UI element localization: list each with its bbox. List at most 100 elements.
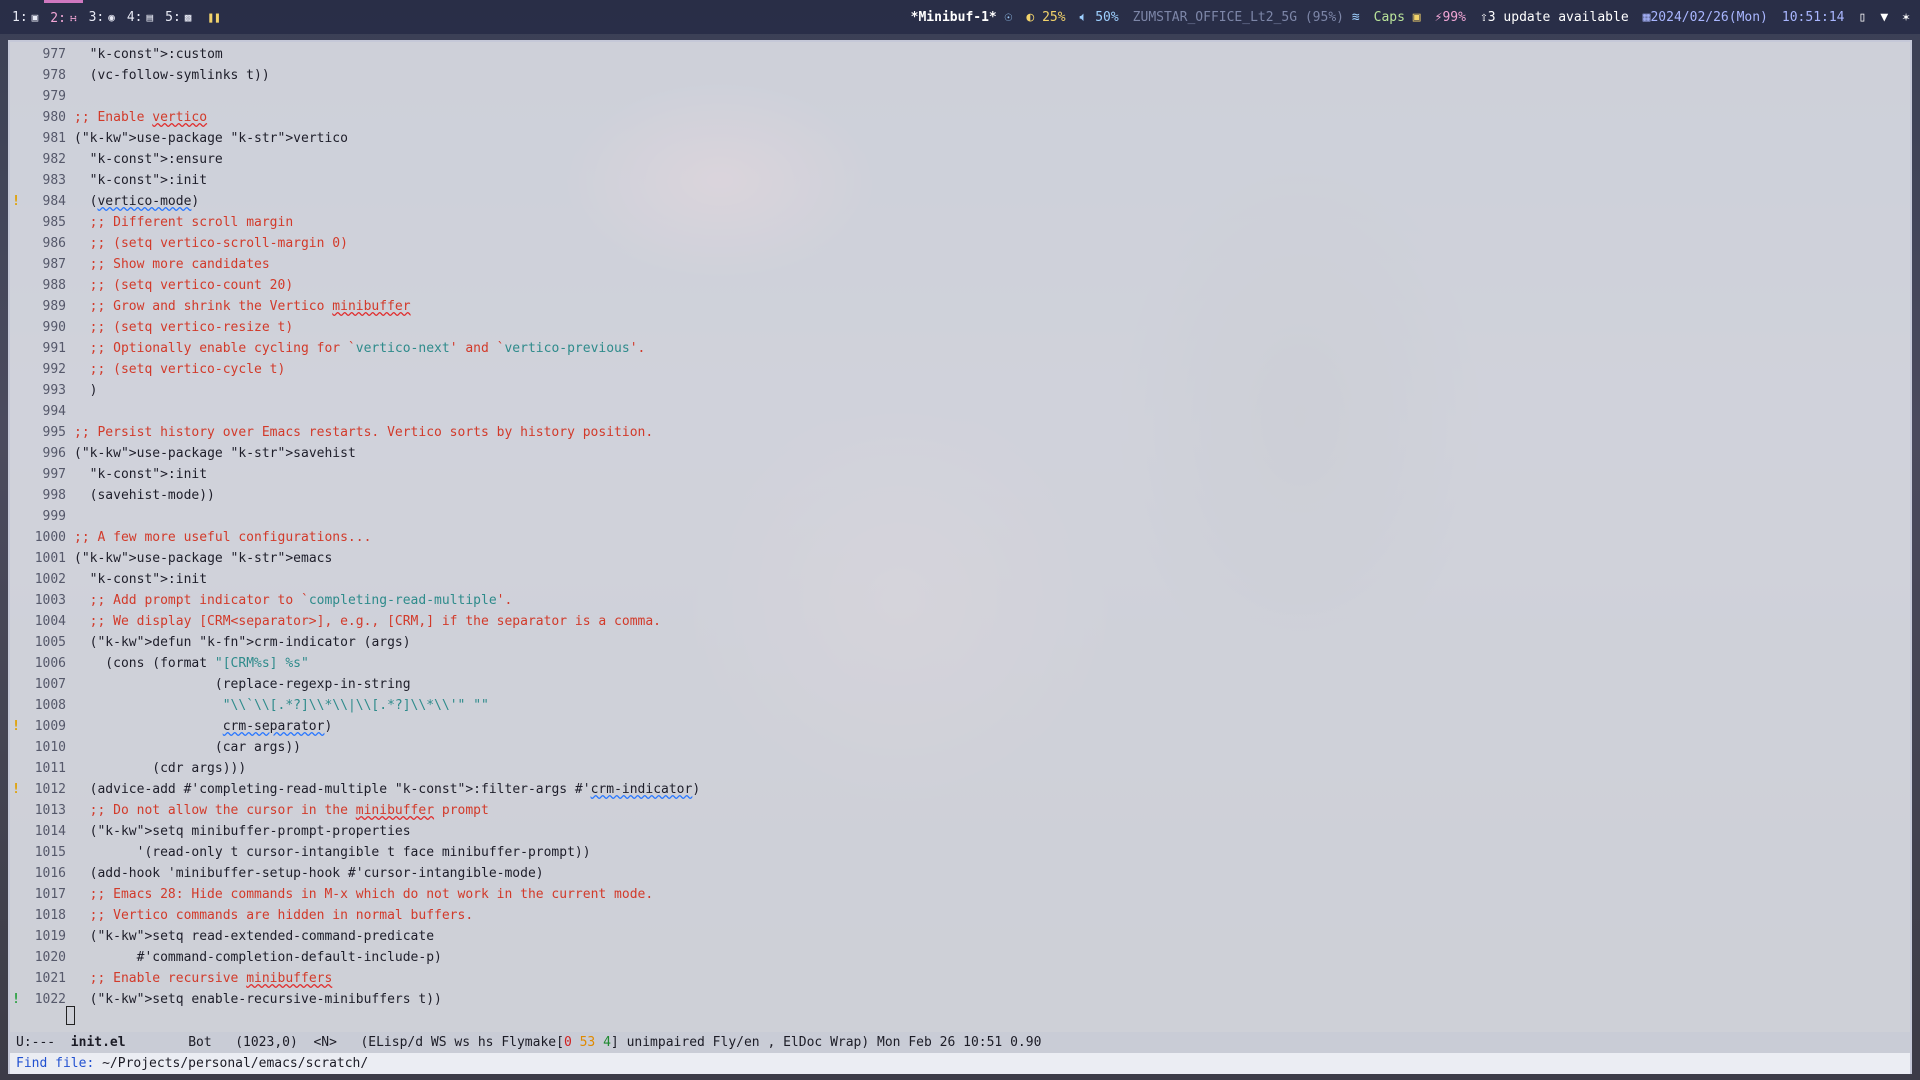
code-line[interactable]: 998 (savehist-mode)) [10, 485, 1910, 506]
code-line[interactable]: 1016 (add-hook 'minibuffer-setup-hook #'… [10, 863, 1910, 884]
line-number: 1003 [34, 593, 66, 608]
brightness-indicator[interactable]: ◐ 25% [1026, 10, 1065, 25]
workspace-label: 1: [12, 9, 28, 25]
code-line[interactable]: 977 "k-const">:custom [10, 44, 1910, 65]
code-line[interactable]: 1006 (cons (format "[CRM%s] %s" [10, 653, 1910, 674]
code-line[interactable]: 988 ;; (setq vertico-count 20) [10, 275, 1910, 296]
code-line[interactable]: ! 1009 crm-separator) [10, 716, 1910, 737]
code-line[interactable]: 979 [10, 86, 1910, 107]
code-line[interactable]: 1005 ("k-kw">defun "k-fn">crm-indicator … [10, 632, 1910, 653]
scroll-position: Bot [188, 1035, 212, 1050]
code-line[interactable]: 997 "k-const">:init [10, 464, 1910, 485]
flymake-errors[interactable]: 0 [564, 1035, 572, 1050]
workspace-3[interactable]: 3: ◉ [83, 0, 121, 34]
line-number: 977 [42, 47, 66, 62]
code-line[interactable]: 990 ;; (setq vertico-resize t) [10, 317, 1910, 338]
code-line[interactable]: 1014 ("k-kw">setq minibuffer-prompt-prop… [10, 821, 1910, 842]
line-text: ;; A few more useful configurations... [74, 530, 372, 545]
workspace-1[interactable]: 1: ▣ [6, 0, 44, 34]
line-text: ;; We display [CRM<separator>], e.g., [C… [89, 614, 662, 629]
fringe-indicator [10, 296, 22, 317]
buffer-filename[interactable]: init.el [71, 1035, 126, 1050]
line-number: 1016 [34, 866, 66, 881]
code-line[interactable]: 995 ;; Persist history over Emacs restart… [10, 422, 1910, 443]
code-line[interactable]: 1003 ;; Add prompt indicator to `complet… [10, 590, 1910, 611]
flymake-notes[interactable]: 4 [603, 1035, 611, 1050]
minibuffer[interactable]: Find file: ~/Projects/personal/emacs/scr… [10, 1053, 1910, 1074]
modes-suffix[interactable]: ] unimpaired Fly/en , ElDoc Wrap) [611, 1035, 869, 1050]
line-number: 1004 [34, 614, 66, 629]
line-text: ;; (setq vertico-scroll-margin 0) [89, 236, 348, 251]
fringe-indicator [10, 611, 22, 632]
caps-lock-indicator: Caps ▣ [1373, 9, 1421, 25]
fringe-indicator: ! [12, 719, 20, 734]
code-line[interactable]: 1004 ;; We display [CRM<separator>], e.g… [10, 611, 1910, 632]
code-line[interactable]: 981 ("k-kw">use-package "k-str">vertico [10, 128, 1910, 149]
line-text: "k-const">:ensure [89, 152, 223, 167]
code-line[interactable]: 1015 '(read-only t cursor-intangible t f… [10, 842, 1910, 863]
editor-buffer[interactable]: 977 "k-const">:custom 978 (vc-follow-syml… [10, 42, 1910, 1034]
line-number: 1009 [34, 719, 66, 734]
code-line[interactable]: 1021 ;; Enable recursive minibuffers [10, 968, 1910, 989]
code-line[interactable]: 991 ;; Optionally enable cycling for `ve… [10, 338, 1910, 359]
code-line[interactable]: 985 ;; Different scroll margin [10, 212, 1910, 233]
line-text: ("k-kw">use-package "k-str">vertico [74, 131, 348, 146]
line-number: 1006 [34, 656, 66, 671]
code-line[interactable]: 1011 (cdr args))) [10, 758, 1910, 779]
code-line[interactable]: 982 "k-const">:ensure [10, 149, 1910, 170]
code-line[interactable]: 978 (vc-follow-symlinks t)) [10, 65, 1910, 86]
code-line[interactable]: ! 1022 ("k-kw">setq enable-recursive-mini… [10, 989, 1910, 1010]
line-number: 1014 [34, 824, 66, 839]
code-line[interactable]: 1019 ("k-kw">setq read-extended-command-… [10, 926, 1910, 947]
code-line[interactable]: 1008 "\\`\\[.*?]\\*\\|\\[.*?]\\*\\'" "" [10, 695, 1910, 716]
code-line[interactable]: 1002 "k-const">:init [10, 569, 1910, 590]
code-line[interactable]: 1007 (replace-regexp-in-string [10, 674, 1910, 695]
code-line[interactable]: 993 ) [10, 380, 1910, 401]
code-line[interactable]: 1010 (car args)) [10, 737, 1910, 758]
code-line[interactable]: 1020 #'command-completion-default-includ… [10, 947, 1910, 968]
workspace-2[interactable]: 2: ∺ [44, 0, 83, 34]
line-number: 978 [42, 68, 66, 83]
fringe-indicator [10, 758, 22, 779]
code-line[interactable]: 983 "k-const">:init [10, 170, 1910, 191]
workspace-label: 5: [165, 9, 181, 25]
updates-indicator[interactable]: ⇧3 update available [1480, 10, 1629, 25]
fringe-indicator [10, 947, 22, 968]
line-text: (vertico-mode) [74, 194, 200, 209]
code-line[interactable]: 1000 ;; A few more useful configurations.… [10, 527, 1910, 548]
line-number: 994 [42, 404, 66, 419]
scratchpad-indicator[interactable]: ❚❚ [197, 0, 226, 34]
fringe-indicator [10, 254, 22, 275]
code-line[interactable]: 987 ;; Show more candidates [10, 254, 1910, 275]
code-line[interactable]: 986 ;; (setq vertico-scroll-margin 0) [10, 233, 1910, 254]
code-line[interactable]: 1017 ;; Emacs 28: Hide commands in M-x w… [10, 884, 1910, 905]
code-line[interactable]: 980 ;; Enable vertico [10, 107, 1910, 128]
find-file-input[interactable]: ~/Projects/personal/emacs/scratch/ [102, 1056, 368, 1071]
code-line[interactable]: 1001 ("k-kw">use-package "k-str">emacs [10, 548, 1910, 569]
volume-indicator[interactable]: 🔈︎ 50% [1080, 10, 1119, 25]
code-line[interactable]: ! 984 (vertico-mode) [10, 191, 1910, 212]
wifi-status-icon[interactable]: ▼ [1880, 10, 1888, 25]
code-line[interactable]: 999 [10, 506, 1910, 527]
code-line[interactable]: ! 1012 (advice-add #'completing-read-mult… [10, 779, 1910, 800]
code-line[interactable]: 992 ;; (setq vertico-cycle t) [10, 359, 1910, 380]
fringe-indicator [10, 653, 22, 674]
fringe-indicator [10, 884, 22, 905]
flymake-warnings[interactable]: 53 [580, 1035, 596, 1050]
workspace-4[interactable]: 4: ▤ [121, 0, 159, 34]
phone-icon[interactable]: ▯ [1859, 10, 1867, 25]
code-line[interactable]: 1013 ;; Do not allow the cursor in the m… [10, 800, 1910, 821]
fringe-indicator [10, 233, 22, 254]
file-icon: ▩ [184, 10, 192, 24]
code-line[interactable]: 996 ("k-kw">use-package "k-str">savehist [10, 443, 1910, 464]
code-line[interactable]: 994 [10, 401, 1910, 422]
line-text: ;; (setq vertico-count 20) [89, 278, 294, 293]
modes-mid[interactable]: d WS ws hs Flymake[ [415, 1035, 564, 1050]
workspace-5[interactable]: 5: ▩ [159, 0, 197, 34]
code-line[interactable]: 1018 ;; Vertico commands are hidden in n… [10, 905, 1910, 926]
code-line[interactable]: 989 ;; Grow and shrink the Vertico minib… [10, 296, 1910, 317]
modes-prefix[interactable]: (ELisp/ [360, 1035, 415, 1050]
fringe-indicator [10, 317, 22, 338]
wifi-indicator[interactable]: ZUMSTAR_OFFICE_Lt2_5G (95%) ≋ [1133, 10, 1360, 25]
bluetooth-icon[interactable]: ✶ [1902, 10, 1910, 25]
